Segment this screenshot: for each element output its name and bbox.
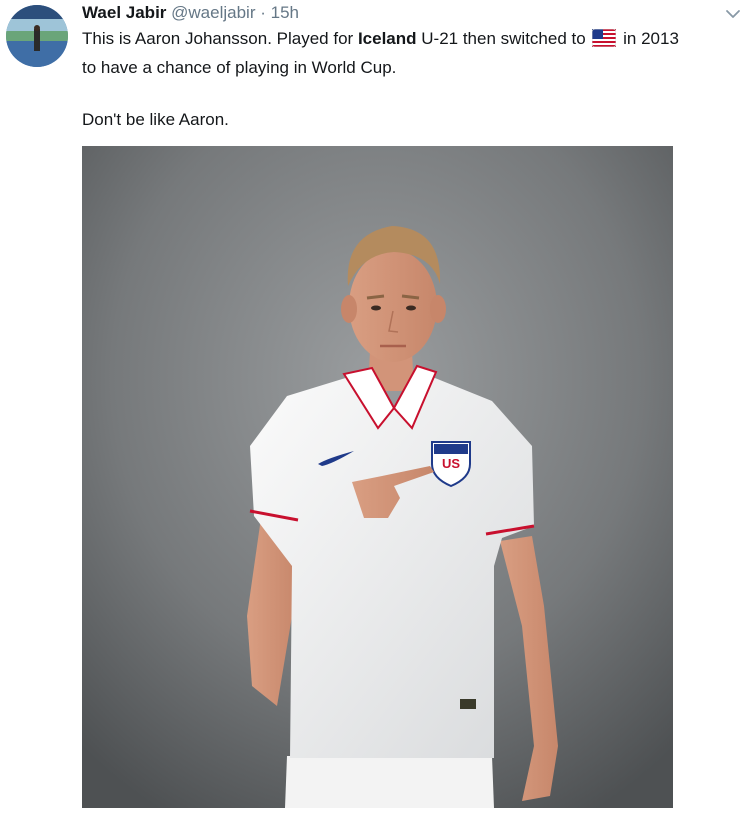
chevron-down-icon [726,10,740,18]
player-photo-image: US [82,146,673,808]
avatar-image [6,5,68,67]
author-handle[interactable]: @waeljabir [171,3,255,22]
crest-text: US [442,456,460,471]
tweet-photo[interactable]: US [82,146,673,808]
text-bold-segment: Iceland [357,29,417,48]
us-flag-emoji-icon [592,28,617,55]
tweet-header: Wael Jabir @waeljabir · 15h [82,1,299,25]
tweet-text-line-2: to have a chance of playing in World Cup… [82,58,397,77]
text-segment: This is Aaron Johansson. Played for [82,29,358,48]
tweet-timestamp[interactable]: 15h [271,3,299,22]
tweet-text: This is Aaron Johansson. Played for Icel… [82,26,742,133]
separator-dot: · [260,3,266,22]
author-name[interactable]: Wael Jabir [82,3,166,22]
text-segment: in 2013 [618,29,679,48]
tweet-menu-button[interactable] [722,3,744,25]
tweet-text-line-3: Don't be like Aaron. [82,110,229,129]
tweet-text-line-1: This is Aaron Johansson. Played for Icel… [82,26,742,55]
avatar[interactable] [6,5,68,67]
tweet[interactable]: Wael Jabir @waeljabir · 15h This is Aaro… [0,0,750,826]
text-segment: U-21 then switched to [416,29,591,48]
